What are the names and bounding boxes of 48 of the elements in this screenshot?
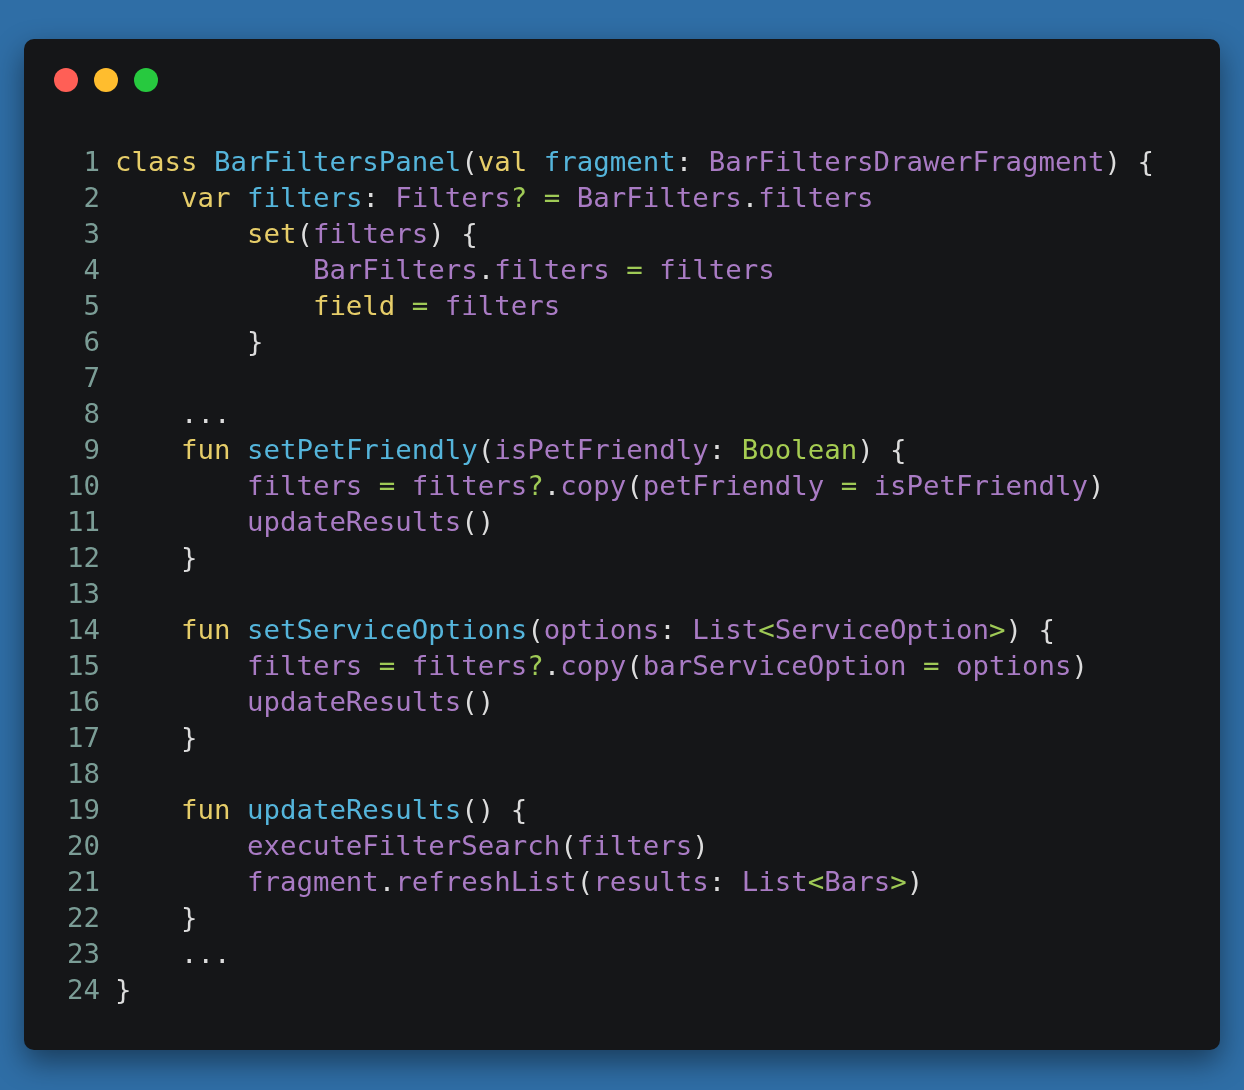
line-number: 19 [66,793,100,827]
code-line: fun setServiceOptions(options: List<ServiceOption>) { [179,613,1056,647]
zoom-button[interactable] [134,68,158,92]
line-number: 9 [82,433,100,467]
code-line: ... [179,937,231,971]
line-number: 16 [66,685,100,719]
code-line: ... [179,397,231,431]
line-number: 14 [66,613,100,647]
code-line: } [179,901,198,935]
code-line: filters = filters?.copy(barServiceOption = options) [245,649,1088,683]
code-line: class BarFiltersPanel(val fragment: BarFiltersDrawerFragment) { [115,145,1154,179]
code-line: var filters: Filters? = BarFilters.filters [179,181,874,215]
code-line: updateResults() [245,505,495,539]
code-line: } [245,325,264,359]
line-number: 11 [66,505,100,539]
line-number: 12 [66,541,100,575]
line-number: 1 [82,145,100,179]
line-number: 20 [66,829,100,863]
code-line: set(filters) { [245,217,478,251]
code-line: } [179,721,198,755]
code-line: filters = filters?.copy(petFriendly = isPetFriendly) [245,469,1105,503]
close-button[interactable] [54,68,78,92]
code-line: fun setPetFriendly(isPetFriendly: Boolean) { [179,433,907,467]
line-number: 17 [66,721,100,755]
line-number: 22 [66,901,100,935]
line-number: 7 [82,361,100,395]
code-line: fragment.refreshList(results: List<Bars>) [245,865,924,899]
minimize-button[interactable] [94,68,118,92]
line-number: 10 [66,469,100,503]
line-number: 6 [82,325,100,359]
line-number: 8 [82,397,100,431]
code-line: } [179,541,198,575]
code-line: fun updateResults() { [179,793,528,827]
line-number: 21 [66,865,100,899]
code-line: } [115,973,132,1007]
line-number: 23 [66,937,100,971]
code-line: updateResults() [245,685,495,719]
code-line: field = filters [311,289,561,323]
code-line: executeFilterSearch(filters) [245,829,709,863]
code-line: BarFilters.filters = filters [311,253,775,287]
line-number: 18 [66,757,100,791]
line-number: 5 [82,289,100,323]
line-number: 15 [66,649,100,683]
line-number: 13 [66,577,100,611]
line-number: 2 [82,181,100,215]
line-number: 4 [82,253,100,287]
line-number: 24 [66,973,100,1007]
line-number: 3 [82,217,100,251]
